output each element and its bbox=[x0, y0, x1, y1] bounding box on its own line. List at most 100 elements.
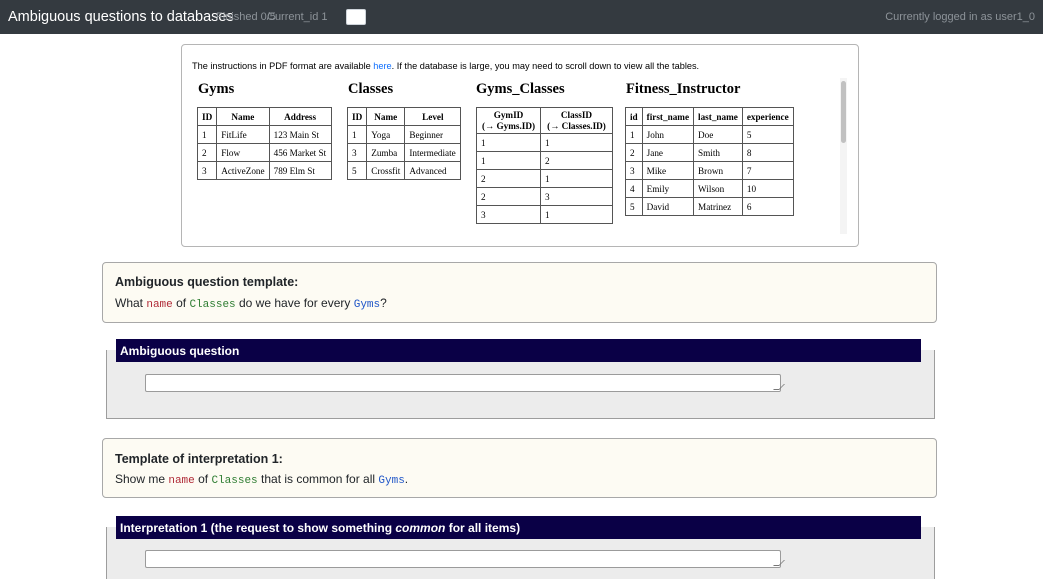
table-cell: John bbox=[641, 125, 695, 144]
table-row: 4 Emily Wilson 10 bbox=[625, 179, 794, 198]
interpretation-template-text: Show me name of Classes that is common f… bbox=[115, 472, 409, 487]
table-row: 1 1 bbox=[476, 133, 613, 153]
table-row: 2 Flow 456 Market St bbox=[196, 143, 332, 162]
table-cell: 123 Main St bbox=[268, 125, 332, 144]
table-cell: Intermediate bbox=[404, 143, 462, 162]
table-cell: ActiveZone bbox=[216, 161, 270, 180]
interpretation-1-input[interactable] bbox=[145, 550, 785, 568]
column-header: last_name bbox=[693, 107, 743, 126]
column-token: name bbox=[168, 475, 195, 487]
table-cell: 8 bbox=[741, 143, 794, 162]
interpretation-template-card: Template of interpretation 1: Show me na… bbox=[102, 438, 937, 498]
table-cell: 5 bbox=[741, 125, 794, 144]
table-cell: FitLife bbox=[216, 125, 270, 144]
interpretation-1-legend: Interpretation 1 (the request to show so… bbox=[116, 516, 921, 539]
fitness-instructor-table: id first_name last_name experience 1 Joh… bbox=[625, 107, 794, 216]
pdf-instructions-link[interactable]: here bbox=[373, 61, 391, 71]
logged-in-user: Currently logged in as user1_0 bbox=[885, 11, 1035, 23]
fitness-instructor-table-block: Fitness_Instructor id first_name last_na… bbox=[625, 77, 794, 216]
table-cell: Doe bbox=[693, 125, 743, 144]
table-header-row: ID Name Address bbox=[196, 107, 332, 126]
ambiguous-question-legend: Ambiguous question bbox=[116, 339, 921, 362]
table-cell: Emily bbox=[641, 179, 695, 198]
column-token: name bbox=[146, 299, 173, 311]
table-cell: 456 Market St bbox=[268, 143, 332, 162]
gyms-table-block: Gyms ID Name Address 1 FitLife 123 Main … bbox=[196, 77, 332, 180]
scrollbar-thumb[interactable] bbox=[841, 81, 846, 143]
column-header: ID bbox=[196, 107, 218, 126]
table-row: 2 3 bbox=[476, 187, 613, 207]
table-token: Classes bbox=[189, 299, 236, 311]
table-cell: 3 bbox=[346, 143, 368, 162]
app-title[interactable]: Ambiguous questions to databases bbox=[8, 9, 234, 25]
table-title-gyms: Gyms bbox=[198, 81, 235, 97]
table-header-row: ID Name Level bbox=[346, 107, 462, 126]
table-cell: 1 bbox=[346, 125, 368, 144]
target-table-token: Gyms bbox=[378, 475, 405, 487]
column-header: Level bbox=[404, 107, 462, 126]
table-cell: 2 bbox=[625, 143, 643, 162]
table-cell: 6 bbox=[741, 197, 794, 216]
instructions-text: The instructions in PDF format are avail… bbox=[192, 61, 700, 71]
target-table-token: Gyms bbox=[353, 299, 381, 311]
table-cell: Smith bbox=[693, 143, 743, 162]
classes-table-block: Classes ID Name Level 1 Yoga Beginner 3 … bbox=[346, 77, 462, 180]
question-template-text: What name of Classes do we have for ever… bbox=[115, 296, 387, 311]
table-cell: 1 bbox=[476, 151, 541, 171]
table-row: 1 Yoga Beginner bbox=[346, 125, 462, 144]
table-cell: Yoga bbox=[366, 125, 406, 144]
table-title-classes: Classes bbox=[348, 81, 394, 97]
table-title-fitness-instructor: Fitness_Instructor bbox=[626, 81, 741, 97]
table-cell: 5 bbox=[346, 161, 368, 180]
table-cell: 1 bbox=[625, 125, 643, 144]
table-cell: Crossfit bbox=[366, 161, 406, 180]
table-cell: 2 bbox=[196, 143, 218, 162]
question-template-card: Ambiguous question template: What name o… bbox=[102, 262, 937, 323]
column-header: ClassID (→ Classes.ID) bbox=[540, 106, 613, 135]
table-cell: 1 bbox=[476, 133, 541, 153]
tables-scrollbar[interactable] bbox=[840, 78, 847, 234]
table-cell: 1 bbox=[540, 205, 613, 225]
table-cell: Wilson bbox=[693, 179, 743, 198]
table-cell: Mike bbox=[641, 161, 695, 180]
table-header-row: GymID (→ Gyms.ID) ClassID (→ Classes.ID) bbox=[476, 106, 613, 135]
table-token: Classes bbox=[211, 475, 258, 487]
table-row: 1 2 bbox=[476, 151, 613, 171]
table-cell: Jane bbox=[641, 143, 695, 162]
table-cell: 3 bbox=[196, 161, 218, 180]
interpretation-template-heading: Template of interpretation 1: bbox=[115, 452, 283, 466]
gyms-table: ID Name Address 1 FitLife 123 Main St 2 … bbox=[196, 107, 332, 180]
table-cell: 789 Elm St bbox=[268, 161, 332, 180]
table-row: 1 John Doe 5 bbox=[625, 125, 794, 144]
table-cell: David bbox=[641, 197, 695, 216]
table-cell: 2 bbox=[476, 169, 541, 189]
table-cell: Matrinez bbox=[693, 197, 743, 216]
column-header: id bbox=[625, 107, 643, 126]
table-row: 5 David Matrinez 6 bbox=[625, 197, 794, 216]
column-header: Address bbox=[268, 107, 332, 126]
table-cell: 1 bbox=[196, 125, 218, 144]
table-row: 3 Zumba Intermediate bbox=[346, 143, 462, 162]
table-header-row: id first_name last_name experience bbox=[625, 107, 794, 126]
table-row: 1 FitLife 123 Main St bbox=[196, 125, 332, 144]
table-cell: 1 bbox=[540, 133, 613, 153]
table-row: 2 Jane Smith 8 bbox=[625, 143, 794, 162]
ambiguous-question-input[interactable] bbox=[145, 374, 785, 392]
column-header: GymID (→ Gyms.ID) bbox=[476, 106, 541, 135]
database-panel: The instructions in PDF format are avail… bbox=[181, 44, 859, 247]
column-header: Name bbox=[216, 107, 270, 126]
gyms-classes-table: GymID (→ Gyms.ID) ClassID (→ Classes.ID) 1… bbox=[476, 106, 613, 225]
column-header: Name bbox=[366, 107, 406, 126]
table-row: 3 1 bbox=[476, 205, 613, 225]
table-cell: Beginner bbox=[404, 125, 462, 144]
top-navbar: Ambiguous questions to databases Finishe… bbox=[0, 0, 1043, 34]
table-cell: Brown bbox=[693, 161, 743, 180]
current-id-input[interactable] bbox=[346, 9, 366, 25]
table-cell: 2 bbox=[540, 151, 613, 171]
table-cell: 10 bbox=[741, 179, 794, 198]
table-cell: 7 bbox=[741, 161, 794, 180]
table-cell: 4 bbox=[625, 179, 643, 198]
tables-scroll-area[interactable]: Gyms ID Name Address 1 FitLife 123 Main … bbox=[192, 77, 828, 233]
classes-table: ID Name Level 1 Yoga Beginner 3 Zumba In… bbox=[346, 107, 462, 180]
table-title-gyms-classes: Gyms_Classes bbox=[476, 81, 565, 97]
